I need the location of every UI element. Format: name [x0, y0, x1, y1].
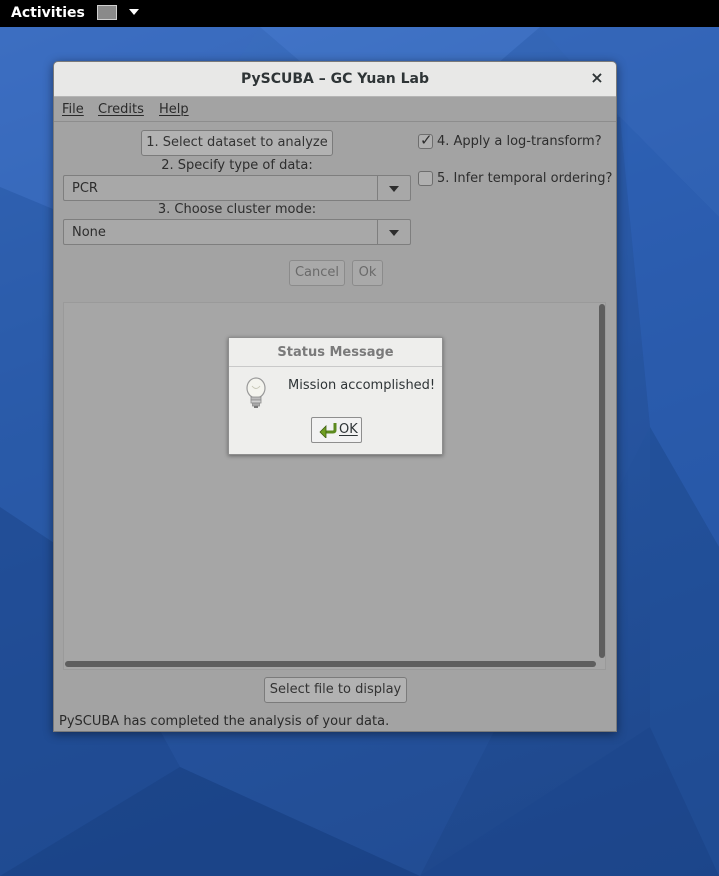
data-type-combo[interactable]: PCR — [63, 175, 411, 201]
cluster-mode-combo[interactable]: None — [63, 219, 411, 245]
data-type-label: 2. Specify type of data: — [161, 158, 313, 173]
menu-credits[interactable]: Credits — [98, 102, 144, 117]
top-bar: Activities — [0, 0, 719, 27]
chevron-down-icon[interactable] — [129, 9, 139, 15]
app-window-icon[interactable] — [97, 5, 117, 20]
cancel-button[interactable]: Cancel — [289, 260, 345, 286]
cluster-mode-value: None — [72, 225, 106, 240]
data-type-dropdown-button[interactable] — [377, 176, 410, 200]
chevron-down-icon — [389, 230, 399, 236]
vertical-scrollbar[interactable] — [599, 304, 605, 658]
status-message-dialog: Status Message Mission accomplished! OK — [228, 337, 443, 455]
horizontal-scrollbar[interactable] — [65, 661, 596, 667]
menubar: File Credits Help — [54, 98, 616, 122]
menu-file[interactable]: File — [62, 102, 84, 117]
dialog-ok-button[interactable]: OK — [311, 417, 362, 443]
log-transform-label: 4. Apply a log-transform? — [437, 134, 602, 149]
dialog-ok-label: OK — [339, 422, 358, 437]
lightbulb-icon — [243, 376, 269, 410]
select-dataset-button[interactable]: 1. Select dataset to analyze — [141, 130, 333, 156]
chevron-down-icon — [389, 186, 399, 192]
ok-button[interactable]: Ok — [352, 260, 383, 286]
menu-help[interactable]: Help — [159, 102, 189, 117]
cluster-mode-dropdown-button[interactable] — [377, 220, 410, 244]
dialog-message: Mission accomplished! — [288, 378, 436, 393]
log-transform-checkbox[interactable]: ✓ — [418, 131, 433, 149]
window-title: PySCUBA – GC Yuan Lab — [240, 71, 430, 87]
select-file-button[interactable]: Select file to display — [264, 677, 407, 703]
return-arrow-icon — [319, 423, 337, 438]
close-icon[interactable]: × — [588, 69, 606, 87]
dialog-title: Status Message — [229, 338, 442, 367]
window-titlebar[interactable]: PySCUBA – GC Yuan Lab × — [54, 62, 616, 97]
activities-button[interactable]: Activities — [11, 5, 85, 21]
status-bar-text: PySCUBA has completed the analysis of yo… — [59, 714, 390, 729]
cluster-mode-label: 3. Choose cluster mode: — [157, 202, 317, 217]
checkmark-icon: ✓ — [420, 131, 433, 149]
data-type-value: PCR — [72, 181, 98, 196]
temporal-ordering-label: 5. Infer temporal ordering? — [437, 171, 613, 186]
temporal-ordering-checkbox[interactable] — [418, 171, 433, 186]
